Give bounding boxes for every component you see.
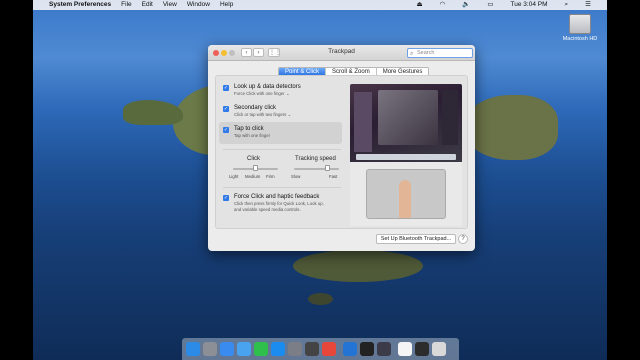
safari-icon[interactable] [220,342,234,356]
menu-help[interactable]: Help [220,0,233,10]
checkbox-force-click[interactable]: ✓ [223,195,229,201]
battery-icon[interactable]: ▭ [487,0,493,10]
option-tap-to-click[interactable]: ✓ Tap to click Tap with one finger [223,126,338,138]
numbers-icon[interactable] [254,342,268,356]
trackpad-window: ‹ › ⋮⋮ Trackpad ⌕ Search Point & Click S… [208,45,475,251]
search-placeholder: Search [417,50,435,56]
notes-icon[interactable] [398,342,412,356]
island-right [463,95,558,160]
volume-icon[interactable]: 🔈 [462,0,470,10]
option-tap-sub: Tap with one finger [234,133,271,138]
demo-video [350,84,462,226]
spotlight-icon[interactable]: ⌕ [565,0,569,10]
option-lookup-sub[interactable]: Force Click with one finger ⌄ [234,91,338,97]
click-tick-light: Light [229,174,239,179]
macintosh-hd[interactable]: Macintosh HD [561,14,599,42]
force-click-sub-2: and variable speed media controls. [234,207,301,212]
click-tick-medium: Medium [245,174,261,179]
tracking-tick-slow: Slow [291,174,301,179]
system-preferences-icon[interactable] [288,342,302,356]
chrome-icon[interactable] [322,342,336,356]
divider [223,149,341,150]
tracking-slider-knob[interactable] [325,165,330,171]
menu-bar: System Preferences File Edit View Window… [33,0,607,10]
search-field[interactable]: ⌕ Search [407,48,473,58]
menu-window[interactable]: Window [187,0,210,10]
demo-photo [378,90,438,145]
drive-label: Macintosh HD [562,36,598,42]
checkbox-lookup[interactable]: ✓ [223,85,229,91]
help-button[interactable]: ? [458,234,468,244]
demo-finger [399,180,411,218]
divider [223,187,341,188]
click-tick-firm: Firm [266,174,275,179]
menu-file[interactable]: File [121,0,131,10]
island-left-ridge [123,100,183,125]
menu-clock[interactable]: Tue 3:04 PM [511,0,548,10]
force-click-label: Force Click and haptic feedback [234,194,320,200]
demo-sidebar [354,92,372,152]
option-secondary-label: Secondary click [234,105,277,111]
option-secondary-click[interactable]: ✓ Secondary click Click or tap with two … [223,105,338,118]
eject-icon[interactable]: ⏏ [416,0,422,10]
menu-view[interactable]: View [163,0,177,10]
option-lookup[interactable]: ✓ Look up & data detectors Force Click w… [223,84,338,97]
finder-icon[interactable] [186,342,200,356]
menu-edit[interactable]: Edit [142,0,153,10]
screen-icon[interactable] [377,342,391,356]
desktop: System Preferences File Edit View Window… [33,0,607,360]
dock [182,338,459,360]
demo-dock [356,154,456,160]
click-label: Click [247,156,260,162]
terminal-icon[interactable] [360,342,374,356]
click-slider-knob[interactable] [253,165,258,171]
demo-screen [350,84,462,162]
option-lookup-label: Look up & data detectors [234,84,301,90]
menu-app-name[interactable]: System Preferences [49,0,111,10]
tracking-tick-fast: Fast [329,174,338,179]
rock-small [308,293,333,305]
photo-icon[interactable] [305,342,319,356]
option-secondary-sub[interactable]: Click or tap with two fingers ⌄ [234,112,338,118]
tracking-label: Tracking speed [295,156,336,162]
checkbox-secondary-click[interactable]: ✓ [223,106,229,112]
keyboard-icon[interactable] [415,342,429,356]
launchpad-icon[interactable] [203,342,217,356]
settings-panel: ✓ Look up & data detectors Force Click w… [215,75,468,229]
demo-thumbs [442,90,458,145]
mail-icon[interactable] [237,342,251,356]
window-titlebar[interactable]: ‹ › ⋮⋮ Trackpad ⌕ Search [208,45,475,61]
tracking-slider-track[interactable] [294,168,339,170]
search-icon: ⌕ [410,51,414,57]
rocks-bottom [293,250,423,282]
force-click-sub-1: Click then press firmly for Quick Look, … [234,201,324,206]
wifi-icon[interactable]: ◠ [440,0,446,10]
demo-trackpad [366,169,446,219]
app-store-icon[interactable] [271,342,285,356]
setup-bluetooth-trackpad-button[interactable]: Set Up Bluetooth Trackpad... [376,234,456,244]
option-tap-label: Tap to click [234,126,264,132]
notification-center-icon[interactable]: ☰ [585,0,591,10]
option-force-click[interactable]: ✓ Force Click and haptic feedback Click … [223,194,348,212]
checkbox-tap-to-click[interactable]: ✓ [223,127,229,133]
hard-drive-icon [569,14,591,34]
trash-icon[interactable] [432,342,446,356]
vscode-icon[interactable] [343,342,357,356]
